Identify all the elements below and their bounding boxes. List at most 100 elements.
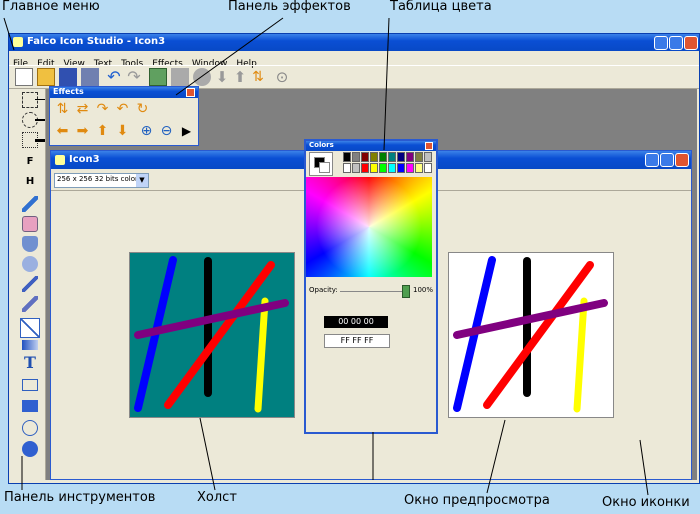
rotate-180-icon[interactable]: ↻ xyxy=(134,101,151,118)
palette-swatch[interactable] xyxy=(361,152,369,162)
zoom-out-icon[interactable]: ⊖ xyxy=(158,123,175,140)
palette-swatch[interactable] xyxy=(343,152,351,162)
flip-vertical-icon[interactable]: ⇅ xyxy=(54,101,71,118)
play-icon[interactable]: ▶ xyxy=(178,123,195,140)
palette-swatch[interactable] xyxy=(415,163,423,173)
palette-swatch[interactable] xyxy=(388,163,396,173)
preview xyxy=(448,252,614,418)
opacity-slider[interactable] xyxy=(340,291,408,292)
effects-title: Effects xyxy=(53,87,84,96)
annotation-preview-window: Окно предпросмотра xyxy=(404,493,550,508)
palette-swatch[interactable] xyxy=(370,152,378,162)
font-effect-icon[interactable]: F xyxy=(22,154,38,170)
palette-swatch[interactable] xyxy=(352,163,360,173)
save-icon[interactable] xyxy=(59,68,77,86)
test-icon[interactable]: ⊙ xyxy=(273,68,291,86)
chevron-down-icon[interactable]: ▼ xyxy=(136,174,148,187)
ellipse-outline-icon[interactable] xyxy=(22,420,38,436)
move-up-icon[interactable]: ⬆ xyxy=(231,68,249,86)
line-width-1-icon[interactable] xyxy=(35,99,45,100)
app-title: Falco Icon Studio - Icon3 xyxy=(27,36,166,47)
palette-swatch[interactable] xyxy=(343,163,351,173)
palette-swatch[interactable] xyxy=(424,163,432,173)
palette-swatch[interactable] xyxy=(406,163,414,173)
palette-swatch[interactable] xyxy=(388,152,396,162)
minimize-button[interactable] xyxy=(654,36,668,50)
save-as-icon[interactable] xyxy=(81,68,99,86)
move-down-icon[interactable]: ⬇ xyxy=(213,68,231,86)
icon-window-logo-icon xyxy=(55,155,65,165)
opacity-label: Opacity: xyxy=(309,286,338,294)
maximize-button[interactable] xyxy=(669,36,683,50)
pencil-icon[interactable] xyxy=(22,276,38,292)
app-logo-icon xyxy=(13,37,23,47)
icon-window-close-button[interactable] xyxy=(675,153,689,167)
text-tool-icon[interactable]: T xyxy=(22,355,38,371)
rotate-left-icon[interactable]: ↶ xyxy=(114,101,131,118)
color-spectrum[interactable] xyxy=(306,177,432,277)
opacity-slider-thumb[interactable] xyxy=(402,285,410,298)
icon-window-maximize-button[interactable] xyxy=(660,153,674,167)
fill-bucket-icon[interactable] xyxy=(22,236,38,252)
palette-swatch[interactable] xyxy=(370,163,378,173)
color-picker-icon[interactable] xyxy=(22,196,38,212)
flip-horizontal-icon[interactable]: ⇄ xyxy=(74,101,91,118)
shift-up-icon[interactable]: ⬆ xyxy=(94,123,111,140)
annotation-main-menu: Главное меню xyxy=(2,0,100,14)
new-file-icon[interactable] xyxy=(15,68,33,86)
palette-swatch[interactable] xyxy=(397,163,405,173)
shift-right-icon[interactable]: ➡ xyxy=(74,123,91,140)
color-palette xyxy=(343,152,434,174)
palette-swatch[interactable] xyxy=(379,152,387,162)
opacity-value: 100% xyxy=(413,286,434,294)
effects-title-bar: Effects xyxy=(50,87,198,98)
format-dropdown[interactable]: 256 x 256 32 bits colors ▼ xyxy=(54,173,149,188)
shift-left-icon[interactable]: ⬅ xyxy=(54,123,71,140)
main-menu-bar: File Edit View Text Tools Effects Window Help xyxy=(13,51,693,69)
canvas[interactable] xyxy=(129,252,295,418)
secondary-hex-field[interactable]: FF FF FF xyxy=(324,334,390,348)
ellipse-filled-icon[interactable] xyxy=(22,441,38,457)
annotation-tools-panel: Панель инструментов xyxy=(4,490,156,505)
annotation-canvas: Холст xyxy=(197,490,237,505)
rotate-right-icon[interactable]: ↷ xyxy=(94,101,111,118)
palette-swatch[interactable] xyxy=(424,152,432,162)
remove-format-icon[interactable] xyxy=(171,68,189,86)
icon-window-minimize-button[interactable] xyxy=(645,153,659,167)
app-title-bar: Falco Icon Studio - Icon3 xyxy=(9,34,699,51)
palette-swatch[interactable] xyxy=(397,152,405,162)
annotation-icon-window: Окно иконки xyxy=(602,495,690,510)
spray-icon[interactable] xyxy=(22,256,38,272)
palette-swatch[interactable] xyxy=(361,163,369,173)
preview-artwork xyxy=(449,253,613,417)
rectangle-outline-icon[interactable] xyxy=(22,379,38,391)
primary-hex-field[interactable]: 00 00 00 xyxy=(324,316,388,328)
redo-icon[interactable]: ↷ xyxy=(125,68,143,86)
undo-icon[interactable]: ↶ xyxy=(105,68,123,86)
palette-swatch[interactable] xyxy=(415,152,423,162)
sort-icon[interactable]: ⇅ xyxy=(249,68,267,86)
effects-panel: Effects ⇅ ⇄ ↷ ↶ ↻ ⬅ ➡ ⬆ ⬇ ⊕ ⊖ ▶ xyxy=(49,86,199,146)
shift-down-icon[interactable]: ⬇ xyxy=(114,123,131,140)
line-tool-icon[interactable] xyxy=(20,318,40,338)
grid-select-icon[interactable]: H xyxy=(22,174,38,190)
secondary-color xyxy=(319,162,330,173)
rect-select-icon[interactable] xyxy=(22,92,38,108)
current-colors-swatch[interactable] xyxy=(309,152,333,176)
effects-close-button[interactable] xyxy=(186,88,195,97)
rectangle-filled-icon[interactable] xyxy=(22,400,38,412)
palette-swatch[interactable] xyxy=(379,163,387,173)
brush-icon[interactable] xyxy=(22,296,38,312)
open-folder-icon[interactable] xyxy=(37,68,55,86)
gradient-icon[interactable] xyxy=(22,340,38,350)
zoom-in-icon[interactable]: ⊕ xyxy=(138,123,155,140)
close-button[interactable] xyxy=(684,36,698,50)
colors-close-button[interactable] xyxy=(425,142,433,150)
palette-swatch[interactable] xyxy=(352,152,360,162)
palette-swatch[interactable] xyxy=(406,152,414,162)
line-width-3-icon[interactable] xyxy=(35,139,45,142)
capture-icon[interactable] xyxy=(193,68,211,86)
add-format-icon[interactable] xyxy=(149,68,167,86)
line-width-2-icon[interactable] xyxy=(35,119,45,121)
eraser-icon[interactable] xyxy=(22,216,38,232)
